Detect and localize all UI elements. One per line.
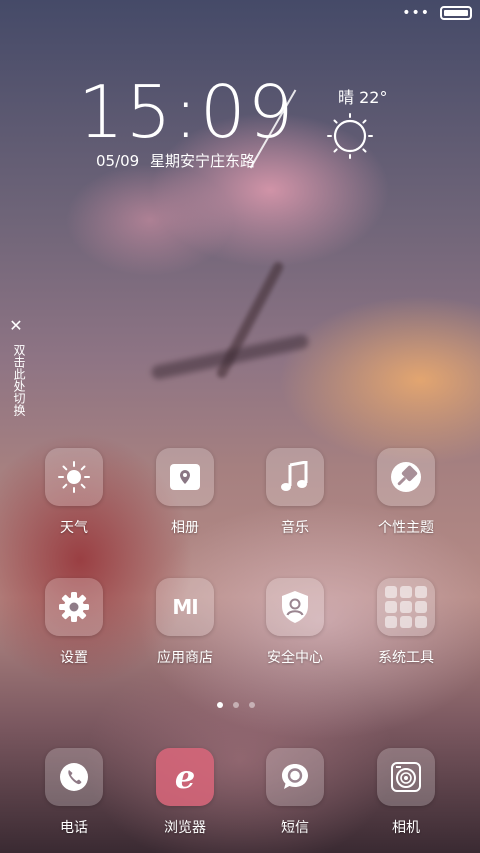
app-label: 相册 [171, 520, 199, 536]
dock-messages[interactable]: 短信 [245, 748, 345, 836]
app-themes[interactable]: 个性主题 [356, 448, 456, 536]
app-label: 应用商店 [157, 650, 213, 666]
status-bar: ••• [402, 6, 472, 20]
dock-phone[interactable]: 电话 [24, 748, 124, 836]
switch-hint-text: 双击此处切换 [12, 344, 26, 416]
date: 05/09 [96, 152, 140, 170]
app-label: 系统工具 [378, 650, 434, 666]
page-dot-active[interactable] [217, 702, 223, 708]
app-security[interactable]: 安全中心 [245, 578, 345, 666]
close-icon[interactable]: ✕ [8, 318, 24, 334]
app-label: 电话 [60, 820, 88, 836]
app-settings[interactable]: 设置 [24, 578, 124, 666]
browser-e-logo: e [174, 758, 196, 796]
gear-icon [45, 578, 103, 636]
page-indicator[interactable] [217, 702, 255, 708]
gallery-icon [156, 448, 214, 506]
camera-icon [377, 748, 435, 806]
app-label: 天气 [60, 520, 88, 536]
app-gallery[interactable]: 相册 [135, 448, 235, 536]
app-music[interactable]: 音乐 [245, 448, 345, 536]
weekday-location: 星期安宁庄东路 [150, 152, 256, 170]
folder-system-tools[interactable]: 系统工具 [356, 578, 456, 666]
app-label: 安全中心 [267, 650, 323, 666]
clock-time[interactable]: 15:09 [78, 72, 296, 152]
switch-hint[interactable]: ✕ 双击此处切换 [8, 318, 26, 417]
music-note-icon [266, 448, 324, 506]
app-label: 相机 [392, 820, 420, 836]
page-dot[interactable] [249, 702, 255, 708]
app-store[interactable]: MI 应用商店 [135, 578, 235, 666]
page-dot[interactable] [233, 702, 239, 708]
clock-date[interactable]: 05/09 星期安宁庄东路 [96, 150, 255, 171]
mi-store-icon: MI [156, 578, 214, 636]
sun-icon[interactable] [326, 112, 374, 160]
message-bubble-icon [266, 748, 324, 806]
folder-tools-icon [377, 578, 435, 636]
dock-browser[interactable]: e 浏览器 [135, 748, 235, 836]
more-dots-icon: ••• [402, 5, 430, 21]
app-label: 浏览器 [164, 820, 206, 836]
weather-summary[interactable]: 晴 22° [338, 84, 387, 108]
phone-icon [45, 748, 103, 806]
battery-icon [440, 6, 472, 20]
dock-camera[interactable]: 相机 [356, 748, 456, 836]
app-label: 个性主题 [378, 520, 434, 536]
themes-brush-icon [377, 448, 435, 506]
app-label: 音乐 [281, 520, 309, 536]
app-label: 短信 [281, 820, 309, 836]
app-weather[interactable]: 天气 [24, 448, 124, 536]
security-shield-icon [266, 578, 324, 636]
mi-logo: MI [172, 595, 198, 619]
weather-sun-icon [45, 448, 103, 506]
app-label: 设置 [60, 650, 88, 666]
browser-icon: e [156, 748, 214, 806]
